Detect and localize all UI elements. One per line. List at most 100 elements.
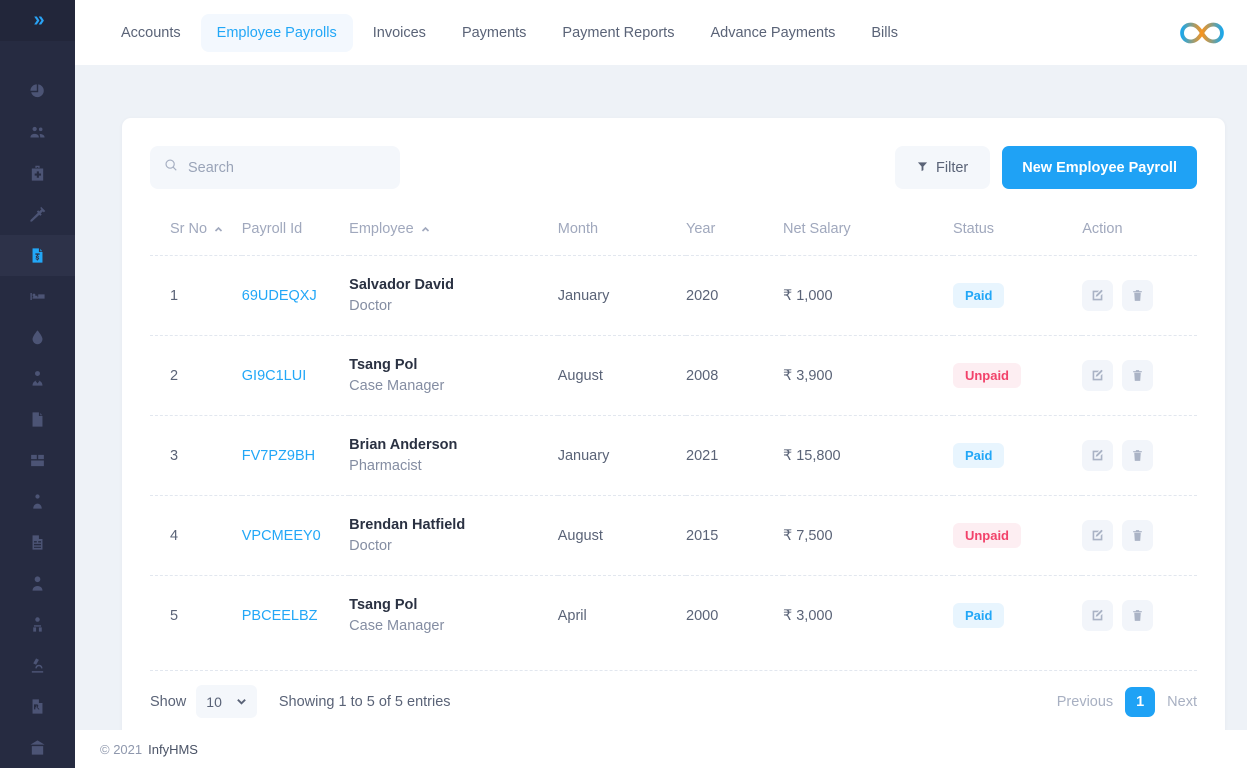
main-area: Accounts Employee Payrolls Invoices Paym…	[75, 0, 1247, 768]
tab-payment-reports[interactable]: Payment Reports	[546, 14, 690, 52]
column-label-employee: Employee	[349, 221, 413, 237]
new-employee-payroll-button[interactable]: New Employee Payroll	[1002, 146, 1197, 189]
column-header-payroll-id[interactable]: Payroll Id	[242, 221, 349, 256]
sidebar-item-users[interactable]	[0, 112, 75, 153]
sidebar-nav	[0, 41, 75, 768]
chevrons-right-icon[interactable]: »	[33, 9, 41, 32]
app-name: InfyHMS	[148, 742, 198, 757]
file-icon	[29, 411, 46, 428]
tab-invoices[interactable]: Invoices	[357, 14, 442, 52]
column-header-month[interactable]: Month	[558, 221, 686, 256]
edit-button[interactable]	[1082, 600, 1113, 631]
column-label-payroll-id: Payroll Id	[242, 221, 302, 237]
cell-net-salary: ₹ 1,000	[783, 288, 833, 304]
payroll-id-link[interactable]: VPCMEEY0	[242, 528, 321, 544]
column-label-action: Action	[1082, 221, 1122, 237]
chevron-down-icon	[236, 694, 247, 710]
column-header-net-salary[interactable]: Net Salary	[783, 221, 953, 256]
search-input[interactable]	[188, 160, 386, 176]
cell-net-salary: ₹ 3,900	[783, 368, 833, 384]
column-header-sr-no[interactable]: Sr No	[150, 221, 242, 256]
syringe-icon	[29, 206, 46, 223]
search-box[interactable]	[150, 146, 400, 189]
payroll-card: Filter New Employee Payroll Sr No	[122, 118, 1225, 730]
sidebar-item-pathology[interactable]	[0, 645, 75, 686]
payroll-id-link[interactable]: GI9C1LUI	[242, 368, 306, 384]
sidebar-item-vaccination[interactable]	[0, 194, 75, 235]
table-row[interactable]: 5 PBCEELBZ Tsang Pol Case Manager April …	[150, 576, 1197, 656]
pagination-bar: Show 10 Showing 1 to 5 of 5 entries Prev…	[150, 670, 1197, 730]
column-header-year[interactable]: Year	[686, 221, 783, 256]
employee-role: Doctor	[349, 298, 558, 314]
sidebar-item-cases[interactable]	[0, 440, 75, 481]
new-employee-payroll-label: New Employee Payroll	[1022, 160, 1177, 176]
edit-button[interactable]	[1082, 280, 1113, 311]
search-icon	[164, 158, 178, 177]
tab-accounts[interactable]: Accounts	[105, 14, 197, 52]
delete-button[interactable]	[1122, 440, 1153, 471]
sidebar-item-prescriptions[interactable]	[0, 686, 75, 727]
sidebar-item-first-aid[interactable]	[0, 153, 75, 194]
sidebar-item-hospital[interactable]	[0, 727, 75, 768]
edit-button[interactable]	[1082, 360, 1113, 391]
blood-drop-icon	[29, 329, 46, 346]
column-label-year: Year	[686, 221, 715, 237]
column-label-net-salary: Net Salary	[783, 221, 851, 237]
sidebar: »	[0, 0, 75, 768]
tab-advance-payments[interactable]: Advance Payments	[694, 14, 851, 52]
cell-year: 2015	[686, 496, 783, 576]
sidebar-item-patients[interactable]	[0, 563, 75, 604]
infinity-logo	[1179, 18, 1225, 48]
sidebar-item-doctors[interactable]	[0, 358, 75, 399]
cell-sr-no: 5	[150, 576, 242, 656]
table-row[interactable]: 1 69UDEQXJ Salvador David Doctor January…	[150, 256, 1197, 336]
delete-icon	[1131, 369, 1144, 382]
showing-entries-text: Showing 1 to 5 of 5 entries	[279, 694, 451, 710]
pagination-controls: Previous 1 Next	[1057, 687, 1197, 717]
sidebar-item-accounts[interactable]	[0, 235, 75, 276]
column-header-status[interactable]: Status	[953, 221, 1082, 256]
sidebar-item-staff[interactable]	[0, 604, 75, 645]
payroll-id-link[interactable]: 69UDEQXJ	[242, 288, 317, 304]
employee-name: Brian Anderson	[349, 437, 558, 453]
delete-button[interactable]	[1122, 520, 1153, 551]
cell-month: April	[558, 576, 686, 656]
table-row[interactable]: 2 GI9C1LUI Tsang Pol Case Manager August…	[150, 336, 1197, 416]
column-header-action: Action	[1082, 221, 1197, 256]
filter-button[interactable]: Filter	[895, 146, 990, 189]
payroll-id-link[interactable]: PBCEELBZ	[242, 608, 318, 624]
delete-button[interactable]	[1122, 600, 1153, 631]
table-row[interactable]: 3 FV7PZ9BH Brian Anderson Pharmacist Jan…	[150, 416, 1197, 496]
sidebar-item-dashboard[interactable]	[0, 71, 75, 112]
employee-name: Salvador David	[349, 277, 558, 293]
page-1-button[interactable]: 1	[1125, 687, 1155, 717]
edit-icon	[1091, 289, 1104, 302]
cell-sr-no: 4	[150, 496, 242, 576]
cell-year: 2020	[686, 256, 783, 336]
cell-year: 2021	[686, 416, 783, 496]
cell-month: January	[558, 416, 686, 496]
previous-page-button[interactable]: Previous	[1057, 694, 1113, 710]
employee-role: Case Manager	[349, 618, 558, 634]
sidebar-item-beds[interactable]	[0, 276, 75, 317]
delete-button[interactable]	[1122, 360, 1153, 391]
next-page-button[interactable]: Next	[1167, 694, 1197, 710]
edit-icon	[1091, 449, 1104, 462]
sidebar-item-nurses[interactable]	[0, 481, 75, 522]
column-header-employee[interactable]: Employee	[349, 221, 558, 256]
tab-payments[interactable]: Payments	[446, 14, 542, 52]
cell-month: August	[558, 336, 686, 416]
column-label-sr-no: Sr No	[170, 221, 207, 237]
table-row[interactable]: 4 VPCMEEY0 Brendan Hatfield Doctor Augus…	[150, 496, 1197, 576]
edit-button[interactable]	[1082, 440, 1113, 471]
sidebar-item-documents[interactable]	[0, 399, 75, 440]
edit-button[interactable]	[1082, 520, 1113, 551]
page-size-select[interactable]: 10	[196, 685, 257, 718]
delete-button[interactable]	[1122, 280, 1153, 311]
payroll-id-link[interactable]: FV7PZ9BH	[242, 448, 315, 464]
sidebar-item-reports[interactable]	[0, 522, 75, 563]
tab-employee-payrolls[interactable]: Employee Payrolls	[201, 14, 353, 52]
table-header-row: Sr No Payroll Id Employee	[150, 221, 1197, 256]
tab-bills[interactable]: Bills	[855, 14, 914, 52]
sidebar-item-blood-bank[interactable]	[0, 317, 75, 358]
